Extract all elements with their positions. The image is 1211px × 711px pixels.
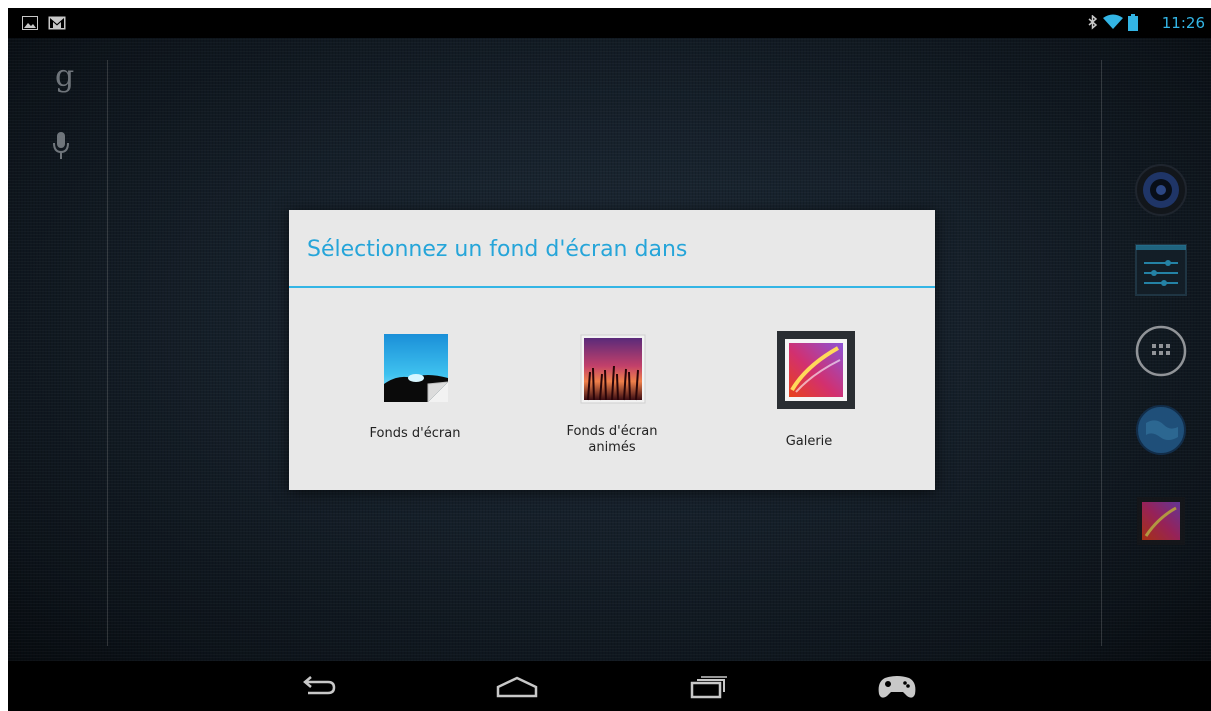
live-wallpapers-app-icon [580,334,646,408]
wallpapers-app-icon [382,332,450,408]
tablet-screen: g 11:26 Sélectionnez un fond d'écran dan… [8,8,1211,711]
option-live-wallpapers-label-line1: Fonds d'écran [566,424,658,439]
battery-icon [1128,14,1138,31]
title-divider [289,286,935,288]
home-icon[interactable] [493,671,541,703]
game-controller-icon[interactable] [873,671,921,703]
option-live-wallpapers-label: Fonds d'écran animés [512,424,712,456]
option-wallpapers[interactable]: Fonds d'écran [315,320,515,470]
status-bar: 11:26 [8,8,1211,38]
gmail-icon [48,15,66,30]
option-gallery-label: Galerie [785,434,833,449]
back-icon[interactable] [296,671,344,703]
gallery-app-icon [776,330,856,414]
wallpaper-chooser-dialog: Sélectionnez un fond d'écran dans Fonds … [289,210,935,490]
dialog-title: Sélectionnez un fond d'écran dans [307,237,688,262]
option-live-wallpapers[interactable]: Fonds d'écran animés [512,320,712,470]
status-clock: 11:26 [1161,14,1205,32]
wifi-icon [1103,14,1123,29]
recent-apps-icon[interactable] [684,671,732,703]
option-live-wallpapers-label-line2: animés [588,440,636,455]
navigation-bar [8,661,1211,711]
option-gallery[interactable]: Galerie [709,320,909,470]
bluetooth-icon [1088,14,1098,30]
option-wallpapers-label: Fonds d'écran [369,426,461,441]
image-notification-icon [22,15,38,30]
